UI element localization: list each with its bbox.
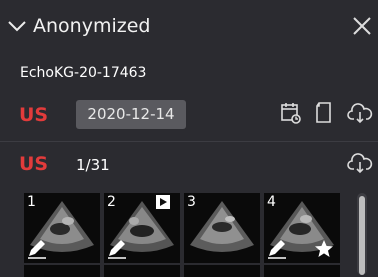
- play-icon: [156, 195, 170, 209]
- calendar-refresh-icon[interactable]: [279, 101, 303, 125]
- thumbnail-number: 1: [27, 194, 36, 210]
- thumbnail[interactable]: [104, 265, 180, 277]
- study-date-badge: 2020-12-14: [76, 100, 186, 129]
- study-id: EchoKG-20-17463: [20, 65, 147, 81]
- panel-title: Anonymized: [33, 15, 151, 37]
- series-modality-badge: US: [19, 153, 49, 175]
- study-panel: Anonymized EchoKG-20-17463 US 2020-12-14…: [0, 0, 378, 277]
- thumbnail[interactable]: 4: [264, 193, 340, 263]
- thumbnail-grid: 1 2 3 4: [24, 193, 344, 277]
- thumbnail[interactable]: 3: [184, 193, 260, 263]
- series-image-count: 1/31: [76, 156, 110, 174]
- document-icon[interactable]: [314, 101, 334, 125]
- cloud-download-icon[interactable]: [347, 152, 373, 174]
- thumbnail[interactable]: [184, 265, 260, 277]
- star-icon: [315, 240, 333, 257]
- thumbnail-number: 2: [107, 194, 116, 210]
- pen-icon: [268, 240, 286, 259]
- thumbnail-number: 3: [187, 194, 196, 210]
- close-icon[interactable]: [351, 15, 373, 37]
- study-modality-badge: US: [19, 104, 49, 126]
- scrollbar-thumb[interactable]: [359, 196, 365, 275]
- cloud-download-icon[interactable]: [347, 102, 373, 124]
- pen-icon: [108, 240, 126, 259]
- thumbnail[interactable]: [264, 265, 340, 277]
- thumbnail[interactable]: 1: [24, 193, 100, 263]
- divider: [0, 141, 378, 142]
- chevron-down-icon[interactable]: [6, 18, 28, 34]
- thumbnail[interactable]: 2: [104, 193, 180, 263]
- pen-icon: [28, 240, 46, 259]
- thumbnail-number: 4: [267, 194, 276, 210]
- thumbnail[interactable]: [24, 265, 100, 277]
